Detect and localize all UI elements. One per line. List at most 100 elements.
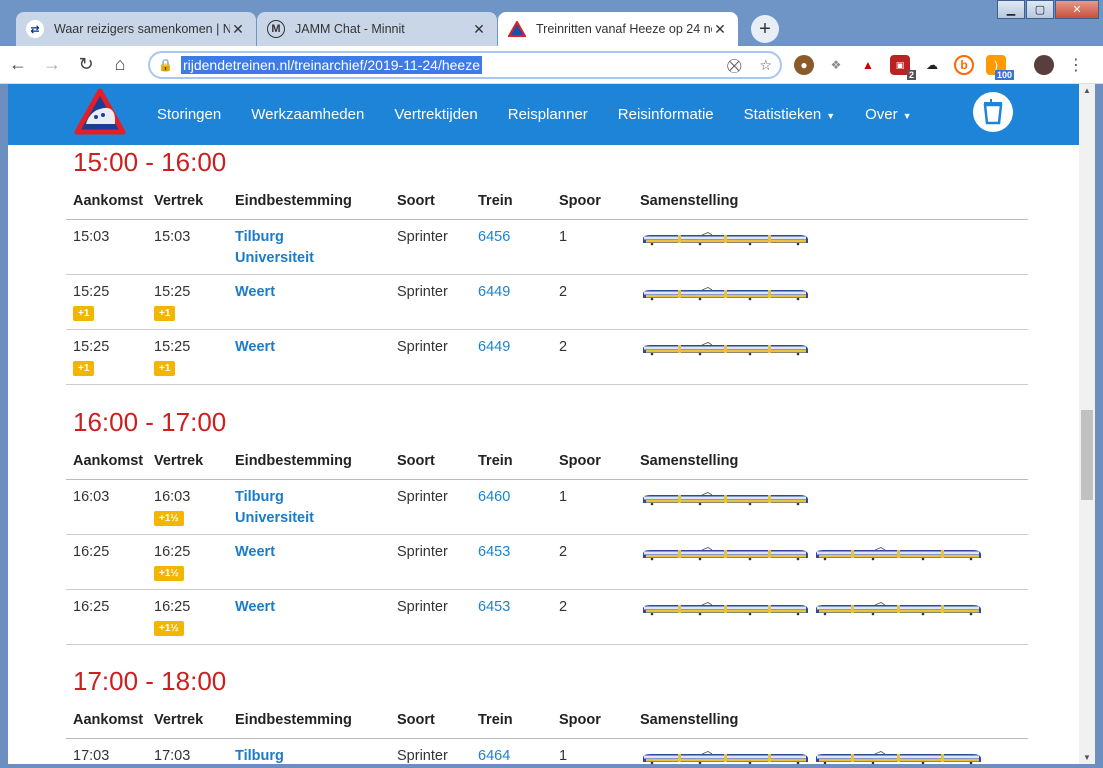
- tab-title: JAMM Chat - Minnit: [295, 22, 405, 36]
- column-header: Aankomst: [66, 702, 147, 739]
- delay-badge: +1: [154, 360, 176, 376]
- menu-statistieken[interactable]: Statistieken ▼: [744, 106, 835, 123]
- spy-extension-icon[interactable]: ▲: [858, 55, 878, 75]
- departure-cell: 15:25 +1: [147, 274, 228, 330]
- cookie-extension-icon[interactable]: ●: [794, 55, 814, 75]
- cloud-download-icon[interactable]: ☁: [922, 55, 942, 75]
- reload-button[interactable]: ↻: [70, 49, 102, 81]
- train-number-link[interactable]: 6453: [471, 589, 552, 645]
- composition-cell: [633, 534, 1028, 590]
- maximize-button[interactable]: ▢: [1026, 0, 1054, 19]
- departure-cell: 15:25 +1: [147, 329, 228, 385]
- table-header-row: Aankomst Vertrek Eindbestemming Soort Trein S…: [66, 443, 1028, 480]
- train-type: Sprinter: [390, 274, 471, 330]
- departure-cell: 16:25 +1½: [147, 534, 228, 590]
- train-unit-icon: [643, 231, 808, 245]
- site-logo[interactable]: [74, 88, 126, 135]
- composition-cell: [633, 274, 1028, 330]
- tab-rijdendetreinen[interactable]: Treinritten vanaf Heeze op 24 no ✕: [498, 12, 738, 46]
- delay-badge: +1½: [154, 565, 184, 581]
- train-number-link[interactable]: 6456: [471, 219, 552, 275]
- coffee-cup-icon[interactable]: [973, 92, 1013, 132]
- new-tab-button[interactable]: +: [751, 15, 779, 43]
- train-number-link[interactable]: 6453: [471, 534, 552, 590]
- destination-link[interactable]: Tilburg Universiteit: [228, 479, 390, 535]
- menu-dots-icon[interactable]: ⋮: [1066, 55, 1086, 75]
- forward-button[interactable]: →: [36, 49, 68, 81]
- tab-jamm[interactable]: M JAMM Chat - Minnit ✕: [257, 12, 497, 46]
- track-number: 2: [552, 274, 633, 330]
- arrival-cell: 15:03: [66, 219, 147, 275]
- destination-link[interactable]: Tilburg Universiteit: [228, 219, 390, 275]
- menu-reisplanner[interactable]: Reisplanner: [508, 106, 588, 123]
- tab-title: Waar reizigers samenkomen | NS: [54, 22, 230, 36]
- train-number-link[interactable]: 6464: [471, 738, 552, 764]
- close-window-button[interactable]: ✕: [1055, 0, 1099, 19]
- departure-time: 17:03: [154, 747, 191, 764]
- composition-cell: [633, 219, 1028, 275]
- column-header: Vertrek: [147, 702, 228, 739]
- track-number: 1: [552, 738, 633, 764]
- browser-toolbar: ← → ↻ ⌂ 🔒 rijdendetreinen.nl/treinarchie…: [0, 46, 1103, 84]
- track-number: 2: [552, 589, 633, 645]
- train-number-link[interactable]: 6449: [471, 329, 552, 385]
- arrival-time: 16:03: [73, 488, 110, 505]
- dropbox-extension-icon[interactable]: ❖: [826, 55, 846, 75]
- destination-link[interactable]: Weert: [228, 274, 390, 330]
- rss-extension-icon[interactable]: ) 100: [986, 55, 1014, 80]
- menu-werkzaamheden[interactable]: Werkzaamheden: [251, 106, 364, 123]
- menu-vertrektijden[interactable]: Vertrektijden: [394, 106, 477, 123]
- close-tab-icon[interactable]: ✕: [712, 21, 728, 38]
- departure-time: 16:25: [154, 543, 191, 560]
- column-header: Vertrek: [147, 443, 228, 480]
- menu-storingen[interactable]: Storingen: [157, 106, 221, 123]
- url-text[interactable]: rijdendetreinen.nl/treinarchief/2019-11-…: [180, 56, 483, 74]
- train-number-link[interactable]: 6449: [471, 274, 552, 330]
- extensions-bar: ● ❖ ▲ ▣ 2 ☁ b ) 100 ⋮: [794, 46, 1086, 84]
- destination-link[interactable]: Weert: [228, 534, 390, 590]
- destination-line: Universiteit: [235, 509, 314, 526]
- menu-reisinformatie[interactable]: Reisinformatie: [618, 106, 714, 123]
- scroll-down-icon[interactable]: ▼: [1083, 753, 1091, 762]
- scroll-up-icon[interactable]: ▲: [1083, 86, 1091, 95]
- departures-table: Aankomst Vertrek Eindbestemming Soort Trein S…: [66, 443, 1028, 645]
- destination-line: Weert: [235, 543, 276, 560]
- b-extension-icon[interactable]: b: [954, 55, 974, 75]
- address-bar[interactable]: 🔒 rijdendetreinen.nl/treinarchief/2019-1…: [148, 51, 782, 79]
- destination-link[interactable]: Weert: [228, 329, 390, 385]
- back-button[interactable]: ←: [2, 49, 34, 81]
- badge-count: 100: [994, 70, 1014, 80]
- menu-over[interactable]: Over ▼: [865, 106, 911, 123]
- track-number: 1: [552, 479, 633, 535]
- site-navbar: Storingen Werkzaamheden Vertrektijden Re…: [8, 84, 1079, 145]
- column-header: Samenstelling: [633, 443, 1028, 480]
- destination-link[interactable]: Weert: [228, 589, 390, 645]
- delay-badge: +1: [154, 305, 176, 321]
- shield-extension-icon[interactable]: ▣ 2: [890, 55, 916, 80]
- bookmark-star-icon[interactable]: ☆: [759, 57, 772, 74]
- arrival-cell: 16:25: [66, 534, 147, 590]
- table-header-row: Aankomst Vertrek Eindbestemming Soort Trein S…: [66, 183, 1028, 220]
- cookie-blocked-icon[interactable]: ⛒: [727, 57, 741, 74]
- departures-table: Aankomst Vertrek Eindbestemming Soort Trein S…: [66, 183, 1028, 385]
- lock-icon[interactable]: 🔒: [158, 58, 173, 72]
- scroll-thumb[interactable]: [1081, 410, 1093, 500]
- departures-table: Aankomst Vertrek Eindbestemming Soort Trein S…: [66, 702, 1028, 764]
- minimize-button[interactable]: ▁: [997, 0, 1025, 19]
- close-tab-icon[interactable]: ✕: [471, 21, 487, 38]
- destination-link[interactable]: Tilburg: [228, 738, 390, 764]
- train-type: Sprinter: [390, 329, 471, 385]
- train-unit-icon: [643, 601, 808, 615]
- page-scrollbar[interactable]: ▲ ▼: [1079, 84, 1095, 764]
- table-row: 17:03 17:03 Tilburg Sprinter 6464 1: [66, 738, 1028, 764]
- column-header: Samenstelling: [633, 183, 1028, 220]
- close-tab-icon[interactable]: ✕: [230, 21, 246, 38]
- home-button[interactable]: ⌂: [104, 49, 136, 81]
- departure-time: 15:03: [154, 228, 191, 245]
- profile-avatar[interactable]: [1034, 55, 1054, 75]
- train-number-link[interactable]: 6460: [471, 479, 552, 535]
- arrival-time: 16:25: [73, 598, 110, 615]
- tab-ns[interactable]: ⇄ Waar reizigers samenkomen | NS ✕: [16, 12, 256, 46]
- column-header: Trein: [471, 443, 552, 480]
- train-unit-icon: [643, 341, 808, 355]
